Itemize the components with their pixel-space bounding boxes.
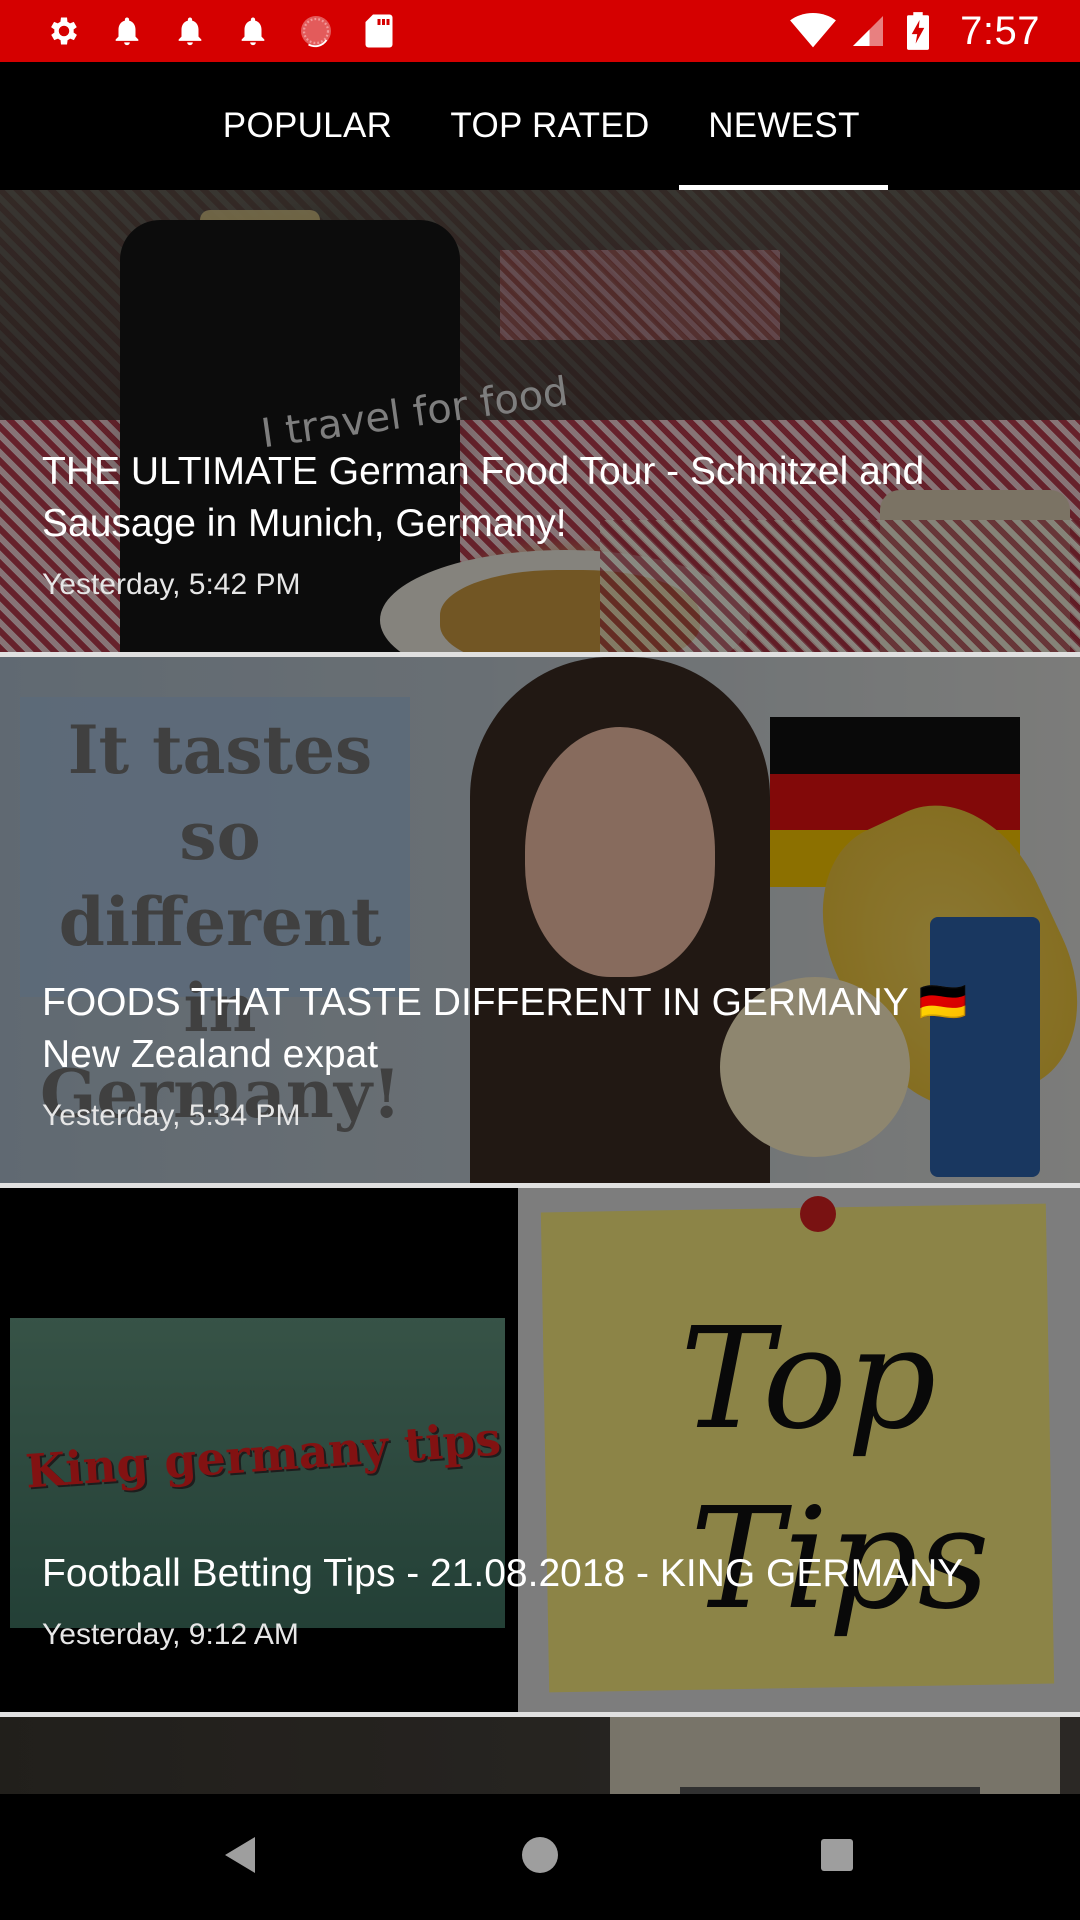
feed-item[interactable]: It tastes so different in Germany! FOODS…	[0, 657, 1080, 1183]
navigation-bar	[0, 1794, 1080, 1920]
sd-card-icon	[361, 13, 397, 49]
back-icon	[223, 1835, 257, 1880]
notification-bell-icon	[109, 13, 145, 49]
clock: 7:57	[960, 8, 1040, 53]
tab-popular[interactable]: POPULAR	[200, 62, 415, 190]
thumbnail-overlay	[0, 1717, 1080, 1794]
settings-icon	[46, 13, 82, 49]
notification-icons	[46, 0, 397, 62]
feed-item[interactable]	[0, 1717, 1080, 1794]
tab-label: POPULAR	[222, 106, 393, 145]
feed-item-text: Football Betting Tips - 21.08.2018 - KIN…	[42, 1548, 1040, 1652]
feed-item-text: FOODS THAT TASTE DIFFERENT IN GERMANY 🇩🇪…	[42, 977, 1040, 1133]
video-title: FOODS THAT TASTE DIFFERENT IN GERMANY 🇩🇪…	[42, 981, 968, 1076]
feed-item[interactable]: I travel for food THE ULTIMATE German Fo…	[0, 190, 1080, 652]
video-timestamp: Yesterday, 5:42 PM	[42, 568, 301, 601]
tab-top-rated[interactable]: TOP RATED	[440, 62, 660, 190]
system-icons: 7:57	[790, 0, 1040, 62]
video-title: THE ULTIMATE German Food Tour - Schnitze…	[42, 450, 925, 545]
tab-bar: POPULAR TOP RATED NEWEST	[0, 62, 1080, 190]
recents-icon	[819, 1837, 855, 1878]
back-button[interactable]	[200, 1824, 280, 1890]
tab-label: TOP RATED	[450, 106, 650, 145]
recents-button[interactable]	[797, 1824, 877, 1890]
wifi-icon	[790, 13, 837, 49]
home-icon	[520, 1835, 560, 1880]
video-feed[interactable]: I travel for food THE ULTIMATE German Fo…	[0, 190, 1080, 1794]
video-title: Football Betting Tips - 21.08.2018 - KIN…	[42, 1552, 964, 1595]
notification-bell-icon	[172, 13, 208, 49]
video-timestamp: Yesterday, 5:34 PM	[42, 1099, 301, 1132]
status-bar: 7:57	[0, 0, 1080, 62]
feed-item-text: THE ULTIMATE German Food Tour - Schnitze…	[42, 446, 1040, 602]
battery-charging-icon	[900, 12, 936, 50]
sync-circle-icon	[298, 13, 334, 49]
video-timestamp: Yesterday, 9:12 AM	[42, 1618, 299, 1651]
notification-bell-icon	[235, 13, 271, 49]
tab-label: NEWEST	[708, 106, 860, 145]
tab-newest[interactable]: NEWEST	[680, 62, 888, 190]
cellular-signal-icon	[850, 13, 886, 49]
home-button[interactable]	[500, 1824, 580, 1890]
feed-item[interactable]: King germany tips Top Tips Football Bett…	[0, 1188, 1080, 1712]
